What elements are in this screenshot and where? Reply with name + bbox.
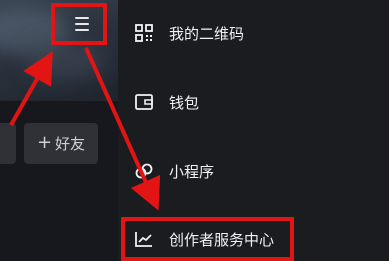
mini-program-icon	[135, 163, 153, 179]
header-background-shape	[26, 40, 106, 80]
menu-item-label: 小程序	[169, 162, 215, 181]
add-friend-button[interactable]: + 好友	[24, 123, 98, 164]
app-screen: + 好友 我的二维码 钱包 小程序 创作者服务中心	[0, 0, 389, 261]
menu-item-label: 钱包	[169, 93, 200, 112]
qr-code-icon	[135, 24, 153, 42]
menu-item-qr-code[interactable]: 我的二维码	[118, 15, 389, 51]
edit-profile-button[interactable]	[0, 123, 16, 164]
menu-item-label: 我的二维码	[169, 24, 245, 43]
add-friend-label: 好友	[55, 135, 86, 153]
menu-item-wallet[interactable]: 钱包	[118, 84, 389, 120]
plus-icon: +	[36, 131, 53, 153]
wallet-icon	[135, 94, 153, 110]
highlight-box-menu	[51, 3, 107, 45]
menu-item-mini-program[interactable]: 小程序	[118, 153, 389, 189]
highlight-box-creator-center	[121, 217, 294, 261]
profile-divider	[0, 100, 118, 101]
